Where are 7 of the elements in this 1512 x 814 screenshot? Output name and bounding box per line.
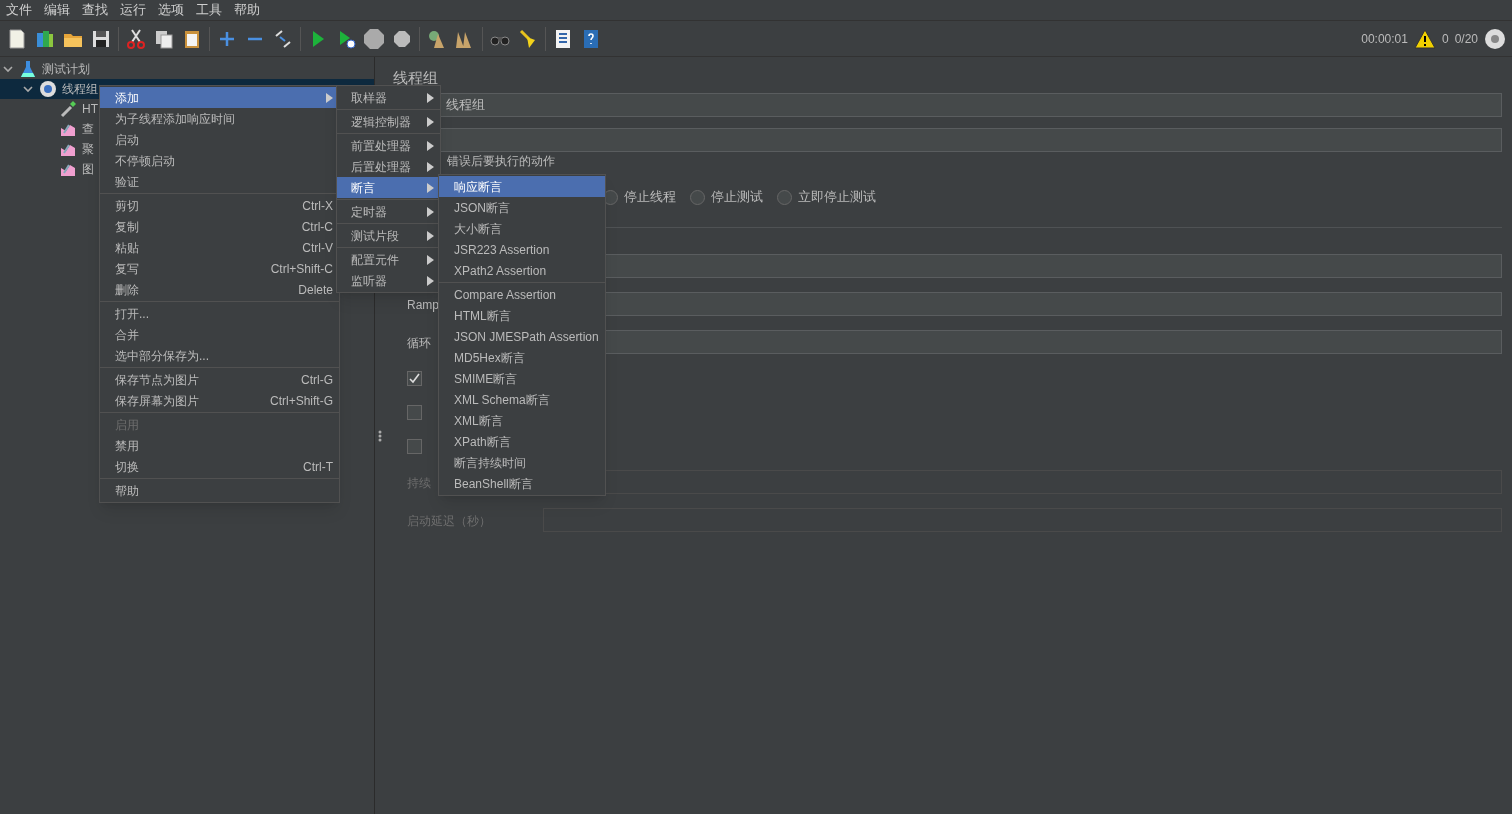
panel-title: 线程组 [393,68,439,88]
thread-count: 0/20 [1454,30,1478,48]
warning-count: 0 [1441,30,1449,48]
field-label: Ramp [407,298,439,312]
elapsed-time: 00:00:01 [1361,30,1408,48]
field-label: 循环 [407,336,431,350]
section-label: 错误后要执行的动作 [447,154,555,168]
